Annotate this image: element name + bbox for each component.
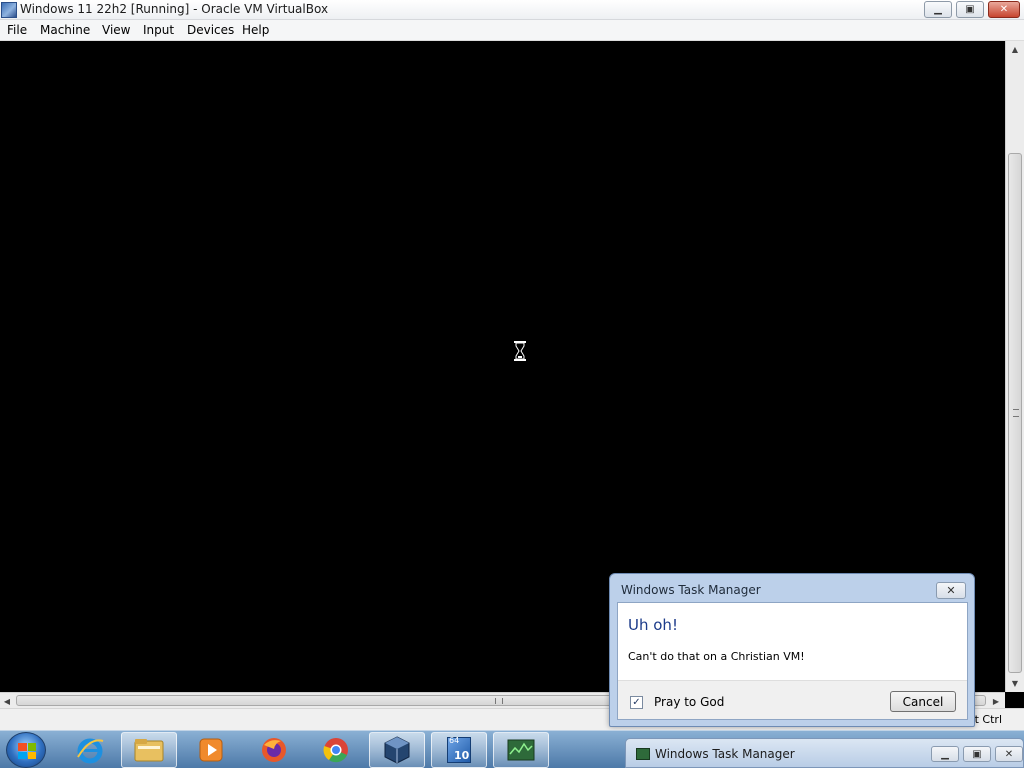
dialog-message: Can't do that on a Christian VM! [628,650,805,663]
hourglass-cursor-icon [514,341,526,361]
cancel-button[interactable]: Cancel [890,691,956,712]
task-manager-icon [636,748,650,760]
pray-checkbox-label[interactable]: Pray to God [654,695,724,709]
taskbar-media-player[interactable] [183,732,239,768]
chrome-icon [323,738,348,763]
minimize-button[interactable]: ▁ [931,746,959,762]
dialog-body: Uh oh! Can't do that on a Christian VM! … [617,602,968,720]
iso-badge-bottom: 10 [454,749,470,762]
scroll-up-arrow-icon[interactable]: ▲ [1006,41,1024,57]
checkmark-icon: ✓ [632,696,641,708]
scroll-left-arrow-icon[interactable]: ◀ [0,693,14,709]
windows-10-iso-icon: 64 10 [444,735,474,765]
taskbar-chrome[interactable] [308,732,364,768]
maximize-button[interactable]: ▣ [963,746,991,762]
menu-devices[interactable]: Devices [187,23,234,37]
window-title: Windows 11 22h2 [Running] - Oracle VM Vi… [20,2,329,16]
menu-machine[interactable]: Machine [40,23,90,37]
file-explorer-icon [134,739,164,762]
dialog-title: Windows Task Manager [621,583,761,597]
iso-badge-top: 64 [449,736,460,745]
pray-checkbox[interactable]: ✓ [630,696,643,709]
menu-view[interactable]: View [102,23,130,37]
menu-file[interactable]: File [7,23,27,37]
taskbar-internet-explorer[interactable] [62,732,118,768]
vertical-scroll-thumb[interactable] [1008,153,1022,673]
minimize-button[interactable]: ▁ [924,1,952,18]
minimized-window-title: Windows Task Manager [655,747,795,761]
menu-bar: File Machine View Input Devices Help [0,20,1024,41]
vertical-scrollbar[interactable]: ▲ ▼ [1005,41,1024,692]
minimized-task-manager-window[interactable]: Windows Task Manager ▁ ▣ ✕ [625,738,1024,768]
maximize-button[interactable]: ▣ [956,1,984,18]
menu-help[interactable]: Help [242,23,269,37]
taskbar-virtualbox[interactable] [369,732,425,768]
scroll-down-arrow-icon[interactable]: ▼ [1006,675,1024,691]
windows-logo-icon [18,743,36,759]
taskbar-file-explorer[interactable] [121,732,177,768]
scroll-grip-icon [495,698,503,704]
dialog-close-button[interactable]: ✕ [936,582,966,599]
dialog-heading: Uh oh! [628,616,678,634]
taskbar-task-manager[interactable] [493,732,549,768]
task-manager-icon [507,739,535,761]
virtualbox-icon [384,736,410,764]
close-button[interactable]: ✕ [995,746,1023,762]
scroll-grip-icon [1013,409,1019,417]
dialog-footer: ✓ Pray to God Cancel [618,680,967,719]
task-manager-dialog: Windows Task Manager ✕ Uh oh! Can't do t… [609,573,975,727]
close-button[interactable]: ✕ [988,1,1020,18]
internet-explorer-icon [77,738,104,764]
start-button[interactable] [6,732,46,768]
taskbar-windows-10-iso[interactable]: 64 10 [431,732,487,768]
scroll-right-arrow-icon[interactable]: ▶ [989,693,1003,709]
menu-input[interactable]: Input [143,23,174,37]
taskbar-firefox[interactable] [246,732,302,768]
firefox-icon [262,738,286,762]
virtualbox-app-icon [1,2,17,18]
title-bar[interactable]: Windows 11 22h2 [Running] - Oracle VM Vi… [0,0,1024,20]
media-player-icon [199,738,223,762]
